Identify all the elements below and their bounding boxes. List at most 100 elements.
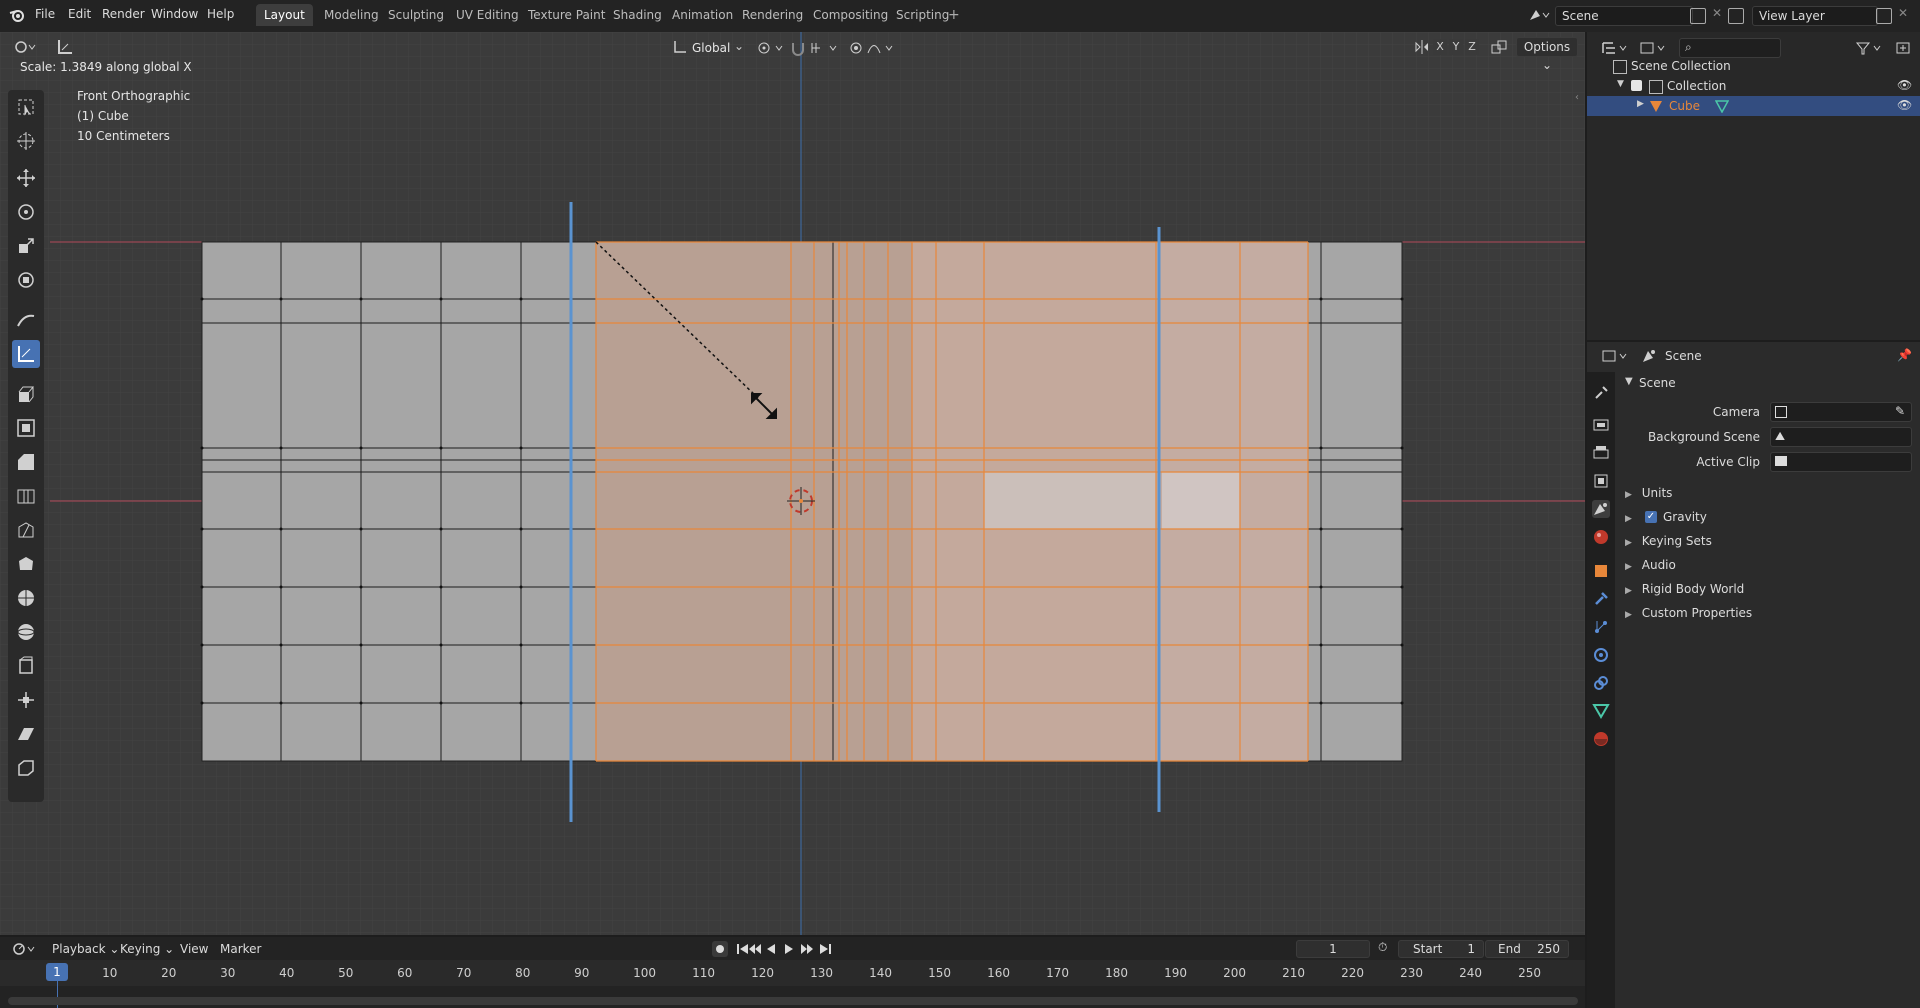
particles-tab-icon[interactable] bbox=[1592, 618, 1610, 636]
constraints-tab-icon[interactable] bbox=[1592, 674, 1610, 692]
annotate-tool[interactable] bbox=[12, 306, 40, 334]
outliner-search-input[interactable]: ⌕ bbox=[1679, 38, 1781, 58]
knife-tool[interactable] bbox=[12, 516, 40, 544]
tab-texture-paint[interactable]: Texture Paint bbox=[520, 4, 613, 26]
panel-rigid-body-world[interactable]: ▶ Rigid Body World bbox=[1617, 577, 1920, 601]
add-workspace-icon[interactable]: + bbox=[948, 7, 960, 23]
rip-region-tool[interactable] bbox=[12, 754, 40, 782]
measure-tool-icon[interactable] bbox=[56, 38, 74, 56]
menu-render[interactable]: Render bbox=[102, 7, 145, 21]
timeline-editor-type-icon[interactable] bbox=[12, 941, 38, 957]
measure-tool[interactable] bbox=[12, 340, 40, 368]
new-collection-icon[interactable] bbox=[1895, 40, 1911, 56]
active-clip-field[interactable] bbox=[1770, 452, 1912, 472]
outliner-row-cube[interactable]: ▶ Cube 👁 bbox=[1587, 96, 1920, 116]
eye-icon[interactable]: 👁 bbox=[1897, 98, 1912, 112]
end-frame-field[interactable]: End 250 bbox=[1485, 940, 1569, 958]
outliner-row-scene-collection[interactable]: Scene Collection bbox=[1587, 56, 1920, 76]
modifier-tab-icon[interactable] bbox=[1592, 590, 1610, 608]
tab-modeling[interactable]: Modeling bbox=[316, 4, 387, 26]
mirror-y-toggle[interactable]: Y bbox=[1449, 39, 1463, 55]
gravity-checkbox[interactable]: ✓ bbox=[1645, 511, 1657, 523]
smooth-tool[interactable] bbox=[12, 618, 40, 646]
panel-audio[interactable]: ▶ Audio bbox=[1617, 553, 1920, 577]
scene-section-header[interactable]: ▼ Scene bbox=[1617, 372, 1920, 396]
keying-menu[interactable]: Keying ⌄ bbox=[120, 942, 174, 956]
current-frame-field[interactable]: 1 bbox=[1296, 940, 1370, 958]
view-layer-icon[interactable] bbox=[1728, 8, 1744, 24]
scene-tab-icon[interactable] bbox=[1592, 500, 1610, 518]
tab-shading[interactable]: Shading bbox=[605, 4, 670, 26]
menu-window[interactable]: Window bbox=[151, 7, 198, 21]
pivot-point-icon[interactable] bbox=[756, 40, 786, 56]
world-tab-icon[interactable] bbox=[1592, 528, 1610, 546]
tab-scripting[interactable]: Scripting bbox=[888, 4, 957, 26]
panel-keying-sets[interactable]: ▶ Keying Sets bbox=[1617, 529, 1920, 553]
view-layer-field[interactable]: View Layer bbox=[1752, 6, 1878, 26]
record-button[interactable] bbox=[712, 941, 728, 957]
data-tab-icon[interactable] bbox=[1592, 702, 1610, 720]
auto-merge-icon[interactable] bbox=[1490, 39, 1508, 55]
new-scene-icon[interactable] bbox=[1690, 8, 1706, 24]
tab-compositing[interactable]: Compositing bbox=[805, 4, 896, 26]
orientation-icon[interactable] bbox=[672, 39, 688, 55]
blender-logo-icon[interactable] bbox=[9, 7, 25, 23]
poly-build-tool[interactable] bbox=[12, 550, 40, 578]
snap-icon[interactable] bbox=[790, 40, 842, 56]
marker-menu[interactable]: Marker bbox=[220, 942, 261, 956]
mirror-icon[interactable] bbox=[1414, 39, 1430, 55]
viewport-canvas[interactable] bbox=[0, 32, 1585, 935]
loop-cut-tool[interactable] bbox=[12, 482, 40, 510]
checkbox-icon[interactable] bbox=[1631, 80, 1642, 91]
view-menu[interactable]: View bbox=[180, 942, 208, 956]
close-view-layer-icon[interactable]: ✕ bbox=[1898, 6, 1908, 20]
start-frame-field[interactable]: Start 1 bbox=[1398, 940, 1484, 958]
3d-viewport[interactable]: Global ⌄ X Y Z Options ⌄ Scale: 1.3849 a… bbox=[0, 32, 1585, 935]
select-box-tool[interactable] bbox=[12, 93, 40, 121]
playback-menu[interactable]: Playback ⌄ bbox=[52, 942, 119, 956]
tool-tab-icon[interactable] bbox=[1592, 384, 1610, 402]
cursor-tool[interactable] bbox=[12, 127, 40, 155]
orientation-dropdown[interactable]: Global bbox=[692, 41, 730, 55]
material-tab-icon[interactable] bbox=[1592, 730, 1610, 748]
scene-selector-icon[interactable] bbox=[1528, 7, 1550, 23]
view-layer-tab-icon[interactable] bbox=[1592, 472, 1610, 490]
move-tool[interactable] bbox=[12, 164, 40, 192]
mirror-x-toggle[interactable]: X bbox=[1433, 39, 1447, 55]
eyedropper-icon[interactable]: ✎ bbox=[1895, 404, 1905, 418]
panel-units[interactable]: ▶ Units bbox=[1617, 481, 1920, 505]
outliner-editor-type-icon[interactable] bbox=[1601, 40, 1631, 56]
eye-icon[interactable]: 👁 bbox=[1897, 78, 1912, 92]
transform-tool[interactable] bbox=[12, 266, 40, 294]
expand-arrow-icon[interactable]: ▼ bbox=[1617, 79, 1624, 89]
render-tab-icon[interactable] bbox=[1592, 416, 1610, 434]
rotate-tool[interactable] bbox=[12, 198, 40, 226]
options-dropdown[interactable]: Options ⌄ bbox=[1516, 37, 1578, 72]
mirror-z-toggle[interactable]: Z bbox=[1465, 39, 1479, 55]
inset-tool[interactable] bbox=[12, 414, 40, 442]
close-scene-icon[interactable]: ✕ bbox=[1712, 6, 1722, 20]
background-scene-field[interactable]: ⛰ bbox=[1770, 427, 1912, 447]
shrink-fatten-tool[interactable] bbox=[12, 686, 40, 714]
tab-rendering[interactable]: Rendering bbox=[734, 4, 811, 26]
filter-icon[interactable] bbox=[1855, 40, 1885, 56]
outliner-row-collection[interactable]: ▼ Collection 👁 bbox=[1587, 76, 1920, 96]
new-view-layer-icon[interactable] bbox=[1876, 8, 1892, 24]
mesh-data-icon[interactable] bbox=[1714, 99, 1730, 114]
scale-tool[interactable] bbox=[12, 232, 40, 260]
scene-name-field[interactable]: Scene bbox=[1555, 6, 1693, 26]
tab-layout[interactable]: Layout bbox=[256, 4, 313, 26]
proportional-editing-icon[interactable] bbox=[848, 40, 898, 56]
physics-tab-icon[interactable] bbox=[1592, 646, 1610, 664]
expand-arrow-icon[interactable]: ▶ bbox=[1637, 99, 1644, 109]
panel-gravity[interactable]: ▶ ✓ Gravity bbox=[1617, 505, 1920, 529]
editor-type-icon[interactable] bbox=[14, 39, 38, 55]
pin-icon[interactable]: 📌 bbox=[1897, 348, 1912, 362]
object-tab-icon[interactable] bbox=[1592, 562, 1610, 580]
tab-sculpting[interactable]: Sculpting bbox=[380, 4, 452, 26]
spin-tool[interactable] bbox=[12, 584, 40, 612]
extrude-tool[interactable] bbox=[12, 380, 40, 408]
timeline-scrollbar[interactable] bbox=[8, 997, 1578, 1005]
properties-editor-type-icon[interactable] bbox=[1601, 348, 1631, 364]
menu-edit[interactable]: Edit bbox=[68, 7, 91, 21]
